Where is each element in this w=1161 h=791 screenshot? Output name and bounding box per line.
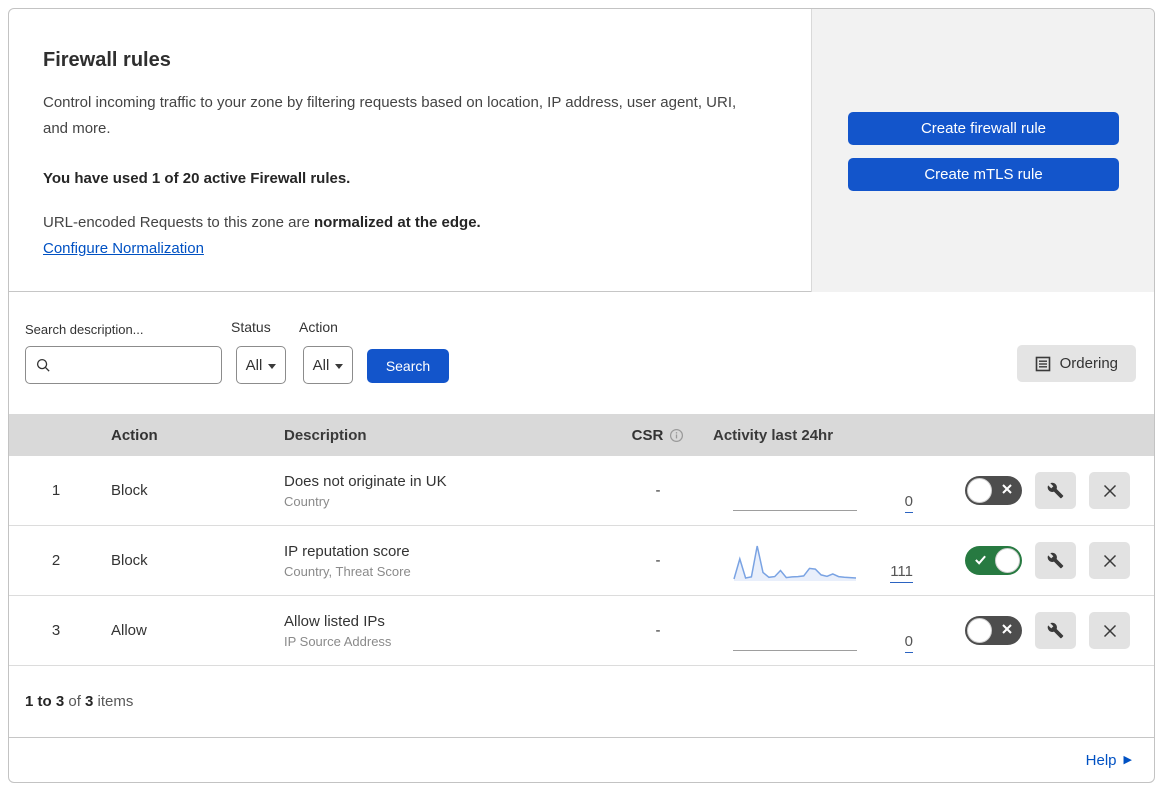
rule-priority: 1 <box>51 482 61 499</box>
toggle-knob <box>967 478 992 503</box>
action-column-header: Action <box>111 426 158 444</box>
edit-rule-button[interactable] <box>1035 542 1076 579</box>
rule-fields: IP Source Address <box>284 633 392 649</box>
activity-sparkline <box>733 469 857 513</box>
ordering-list-icon <box>1035 356 1051 372</box>
toggle-state-icon <box>1001 483 1013 495</box>
status-toggle[interactable] <box>965 476 1022 505</box>
toggle-state-icon <box>1001 623 1013 635</box>
create-firewall-rule-button[interactable]: Create firewall rule <box>848 112 1119 145</box>
rule-action: Block <box>111 482 148 499</box>
rule-description: IP reputation score <box>284 542 410 560</box>
usage-summary: You have used 1 of 20 active Firewall ru… <box>43 170 351 187</box>
delete-rule-button[interactable] <box>1089 542 1130 579</box>
table-row: 2 Block IP reputation score Country, Thr… <box>9 526 1154 596</box>
description-column-header: Description <box>284 426 367 444</box>
status-toggle[interactable] <box>965 546 1022 575</box>
activity-sparkline <box>733 539 857 583</box>
rule-csr: - <box>655 552 661 569</box>
activity-count-link[interactable]: 111 <box>865 563 913 583</box>
activity-count-link[interactable]: 0 <box>865 633 913 653</box>
status-toggle[interactable] <box>965 616 1022 645</box>
status-filter-label: Status <box>231 319 271 335</box>
arrow-right-icon: ▶ <box>1123 754 1132 766</box>
ordering-button[interactable]: Ordering <box>1016 345 1136 382</box>
rule-action: Block <box>111 552 148 569</box>
csr-column-header: CSR <box>603 427 713 444</box>
help-link[interactable]: Help ▶ <box>1086 752 1132 769</box>
info-icon[interactable] <box>669 428 684 443</box>
rule-action: Allow <box>111 622 147 639</box>
page-description: Control incoming traffic to your zone by… <box>43 94 737 137</box>
normalization-note: URL-encoded Requests to this zone are no… <box>43 214 481 231</box>
activity-count-link[interactable]: 0 <box>865 493 913 513</box>
delete-rule-button[interactable] <box>1089 612 1130 649</box>
chevron-down-icon <box>268 363 277 369</box>
rule-priority: 2 <box>51 552 61 569</box>
close-icon <box>1102 553 1118 569</box>
activity-column-header: Activity last 24hr <box>713 426 834 444</box>
toggle-state-icon <box>974 553 987 566</box>
actions-panel: Create firewall rule Create mTLS rule <box>811 9 1154 292</box>
create-mtls-rule-button[interactable]: Create mTLS rule <box>848 158 1119 191</box>
filter-bar: Search description... Status All Action … <box>9 292 1154 414</box>
header-section: Firewall rules Control incoming traffic … <box>9 9 1154 292</box>
table-header-row: Action Description CSR Activity last 24h… <box>9 414 1154 456</box>
edit-rule-button[interactable] <box>1035 472 1076 509</box>
rule-csr: - <box>655 482 661 499</box>
rule-description: Does not originate in UK <box>284 472 447 490</box>
help-bar: Help ▶ <box>9 738 1154 782</box>
search-input-wrapper <box>25 346 222 384</box>
table-row: 1 Block Does not originate in UK Country… <box>9 456 1154 526</box>
firewall-rules-panel: Firewall rules Control incoming traffic … <box>8 8 1155 783</box>
delete-rule-button[interactable] <box>1089 472 1130 509</box>
search-button[interactable]: Search <box>367 349 449 383</box>
edit-rule-button[interactable] <box>1035 612 1076 649</box>
rule-fields: Country, Threat Score <box>284 563 411 579</box>
table-row: 3 Allow Allow listed IPs IP Source Addre… <box>9 596 1154 666</box>
close-icon <box>1102 623 1118 639</box>
activity-sparkline <box>733 609 857 653</box>
wrench-icon <box>1047 482 1064 499</box>
close-icon <box>1102 483 1118 499</box>
wrench-icon <box>1047 622 1064 639</box>
page-title: Firewall rules <box>43 49 171 71</box>
search-icon <box>36 358 51 373</box>
rule-priority: 3 <box>51 622 61 639</box>
status-filter-dropdown[interactable]: All <box>236 346 286 384</box>
configure-normalization-link[interactable]: Configure Normalization <box>43 240 204 257</box>
search-input[interactable] <box>58 357 208 373</box>
wrench-icon <box>1047 552 1064 569</box>
rule-csr: - <box>655 622 661 639</box>
action-filter-label: Action <box>299 319 338 335</box>
toggle-knob <box>967 618 992 643</box>
chevron-down-icon <box>335 363 344 369</box>
rule-fields: Country <box>284 493 330 509</box>
search-label: Search description... <box>25 322 144 337</box>
pagination-summary: 1 to 3 of 3 items <box>9 666 1154 738</box>
toggle-knob <box>995 548 1020 573</box>
rules-table: Action Description CSR Activity last 24h… <box>9 414 1154 666</box>
action-filter-dropdown[interactable]: All <box>303 346 353 384</box>
rule-description: Allow listed IPs <box>284 612 385 630</box>
